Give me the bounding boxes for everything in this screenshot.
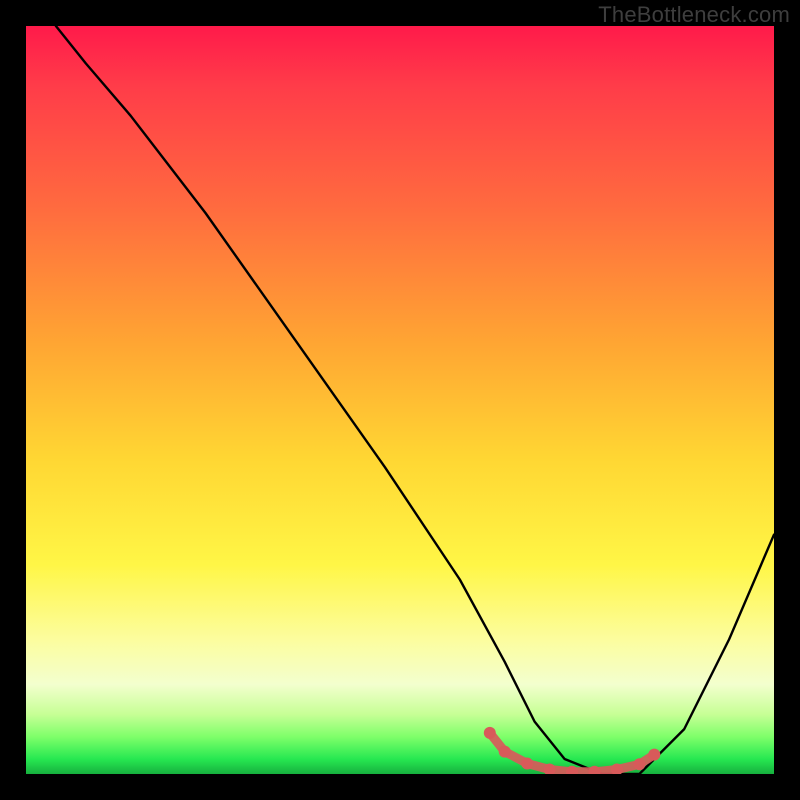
curve-layer — [26, 26, 774, 774]
watermark-text: TheBottleneck.com — [598, 2, 790, 28]
bottleneck-curve — [56, 26, 774, 774]
chart-frame: TheBottleneck.com — [0, 0, 800, 800]
plot-area — [26, 26, 774, 774]
trough-marker — [484, 727, 661, 774]
